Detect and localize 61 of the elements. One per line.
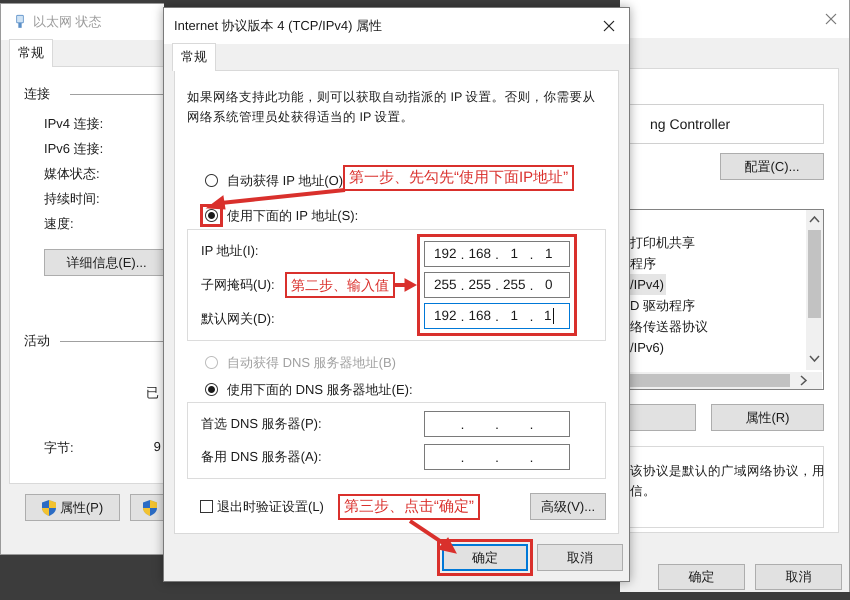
text-cursor [552, 308, 554, 324]
column-header: 已 [146, 385, 159, 400]
shield-icon [42, 500, 56, 516]
configure-button[interactable]: 配置(C)... [720, 153, 824, 180]
field-label: 字节: [44, 439, 74, 457]
tab[interactable]: 常规 [9, 39, 53, 67]
checkbox[interactable] [200, 500, 213, 513]
field-value: 9 [154, 439, 161, 456]
window-title: 以太网 状态 [33, 13, 102, 31]
cancel-button[interactable]: 取消 [537, 544, 623, 571]
ip-address-field[interactable]: . . . [424, 411, 570, 437]
network-adapter-icon [15, 14, 25, 30]
list-item[interactable]: 络传送器协议 [630, 316, 710, 337]
section-heading: 连接 [24, 85, 50, 103]
callout-text: 第二步、输入值 [285, 272, 395, 298]
description-text: 如果网络支持此功能，则可以获取自动指派的 IP 设置。否则，你需要从网络系统管理员处获得适当的 IP 设置。 [187, 89, 597, 126]
checkbox-label[interactable]: 退出时验证设置(L) [217, 498, 324, 516]
field-label: 首选 DNS 服务器(P): [201, 415, 322, 433]
field-label: 媒体状态: [44, 167, 101, 181]
field-label: 子网掩码(U): [201, 276, 275, 294]
radio-label[interactable]: 使用下面的 IP 地址(S): [227, 206, 358, 224]
window-title: Internet 协议版本 4 (TCP/IPv4) 属性 [174, 17, 382, 35]
list-item[interactable]: D 驱动程序 [630, 295, 697, 316]
ip-address-field[interactable]: 255 . 255 . 255 . 0 [424, 272, 570, 298]
callout-text: 第三步、点击“确定” [338, 494, 480, 520]
radio-label[interactable]: 自动获得 IP 地址(O) [227, 172, 344, 190]
ip-address-field[interactable]: 192 . 168 . 1 . 1 [424, 303, 570, 329]
field-label: IPv4 连接: [44, 117, 104, 131]
radio-button[interactable] [205, 174, 218, 187]
field-label: IPv6 连接: [44, 142, 104, 156]
cancel-button[interactable]: 取消 [755, 564, 842, 590]
radio-button[interactable] [205, 383, 218, 396]
properties-button[interactable]: 属性(P) [25, 494, 120, 521]
list-item[interactable]: /IPv4) [630, 274, 666, 295]
tab[interactable]: 常规 [172, 43, 216, 71]
field-label: 持续时间: [44, 192, 101, 206]
properties-button[interactable] [130, 494, 164, 521]
list-item[interactable]: 打印机共享 [630, 232, 697, 253]
properties-button[interactable]: 属性(R) [711, 404, 824, 431]
field-label: IP 地址(I): [201, 242, 259, 260]
close-icon[interactable] [603, 20, 615, 32]
radio-button[interactable] [205, 209, 218, 222]
advanced-button[interactable]: 高级(V)... [530, 493, 606, 520]
ok-button[interactable]: 确定 [658, 564, 745, 590]
section-heading: 活动 [24, 332, 50, 350]
adapter-field: ng Controller [630, 104, 824, 144]
ip-address-field[interactable]: . . . [424, 444, 570, 470]
callout-text: 第一步、先勾先“使用下面IP地址” [343, 165, 574, 191]
horizontal-scrollbar[interactable] [630, 372, 822, 389]
description-text: 信。 [630, 483, 656, 500]
ip-address-field[interactable]: 192 . 168 . 1 . 1 [424, 241, 570, 267]
list-item[interactable]: /IPv6) [630, 337, 666, 358]
field-label: 速度: [44, 217, 75, 231]
vertical-scrollbar[interactable] [806, 210, 823, 370]
field-label: 默认网关(D): [201, 310, 275, 328]
ok-button[interactable]: 确定 [442, 544, 528, 571]
list-item[interactable]: 程序 [630, 253, 658, 274]
shield-icon [143, 500, 157, 516]
field-label: 备用 DNS 服务器(A): [201, 448, 322, 466]
radio-label[interactable]: 使用下面的 DNS 服务器地址(E): [227, 380, 413, 398]
description-text: 该协议是默认的广域网络协议，用 [630, 463, 825, 480]
